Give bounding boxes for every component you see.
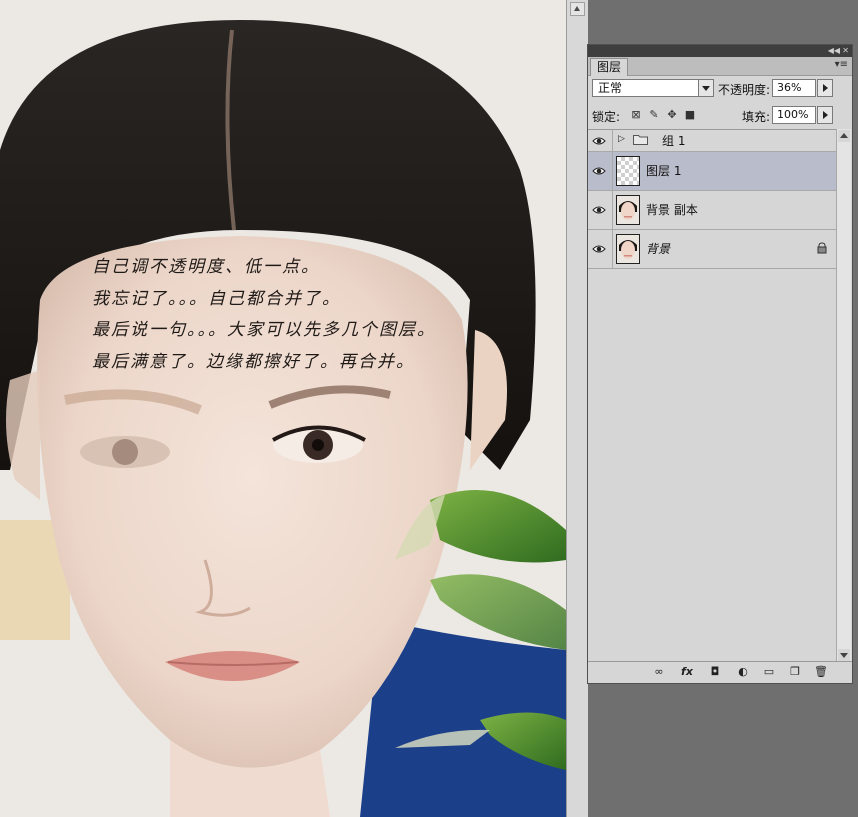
visibility-cell [588, 230, 613, 268]
lock-icon [817, 242, 827, 254]
mask-icon[interactable]: ◘ [708, 665, 722, 679]
layer-name: 组 1 [662, 134, 686, 148]
layers-panel: ◀◀ ✕ 图层 ▾≡ 正常 不透明度: 36% 锁定: ⊠ ✎ ✥ ■ 填充: … [587, 44, 853, 684]
panel-tab-row: 图层 ▾≡ [588, 57, 852, 76]
fill-input[interactable]: 100% [772, 106, 816, 124]
folder-icon [633, 135, 648, 145]
close-panel-icon[interactable]: ✕ [842, 46, 849, 56]
panel-title-bar[interactable]: ◀◀ ✕ [588, 45, 852, 57]
opacity-label: 不透明度: [718, 83, 771, 97]
visibility-cell [588, 191, 613, 229]
scroll-down-icon[interactable] [838, 649, 850, 661]
scroll-up-icon[interactable] [838, 130, 850, 142]
lock-brush-icon[interactable]: ✎ [648, 109, 660, 121]
portrait-image [0, 0, 566, 817]
scroll-up-button[interactable] [570, 2, 585, 16]
fill-label: 填充: [742, 110, 771, 124]
blend-opacity-row: 正常 不透明度: 36% [592, 78, 848, 100]
link-icon[interactable]: ∞ [652, 665, 666, 679]
note-line-2: 我忘记了。。。自己都合并了。 [92, 288, 341, 309]
layer-row-group[interactable]: ▷ 组 1 [588, 130, 836, 152]
trash-icon[interactable]: 🗑 [814, 665, 828, 679]
document-canvas[interactable]: 自己调不透明度、低一点。 我忘记了。。。自己都合并了。 最后说一句。。。大家可以… [0, 0, 566, 817]
tab-layers[interactable]: 图层 [590, 58, 629, 76]
layer-list: ▷ 组 1 图层 1 背景 副本 背景 [588, 129, 836, 269]
layer-name: 图层 1 [646, 164, 682, 178]
lock-move-icon[interactable]: ✥ [666, 109, 678, 121]
adjustment-icon[interactable]: ◐ [736, 665, 750, 679]
note-text: 自己调不透明度、低一点。 我忘记了。。。自己都合并了。 最后说一句。。。大家可以… [92, 252, 436, 378]
note-line-3: 最后说一句。。。大家可以先多几个图层。 [92, 320, 436, 340]
layer-list-scrollbar[interactable] [836, 129, 851, 662]
layer-row-background[interactable]: 背景 [588, 230, 836, 269]
layer-row-background-copy[interactable]: 背景 副本 [588, 191, 836, 230]
visibility-cell [588, 152, 613, 190]
opacity-slider-button[interactable] [817, 79, 833, 97]
folder-icon[interactable]: ▭ [762, 665, 776, 679]
document-scrollbar[interactable] [566, 0, 588, 817]
layer-thumbnail [616, 195, 640, 225]
lock-label: 锁定: [592, 110, 621, 124]
note-line-1: 自己调不透明度、低一点。 [92, 257, 320, 277]
eye-icon[interactable] [592, 134, 606, 148]
fill-slider-button[interactable] [817, 106, 833, 124]
note-line-4: 最后满意了。边缘都擦好了。再合并。 [92, 351, 415, 372]
collapse-panel-icon[interactable]: ◀◀ [828, 46, 840, 56]
layer-thumbnail [616, 156, 640, 186]
blend-mode-dropdown-icon[interactable] [698, 79, 714, 97]
layer-thumbnail [616, 234, 640, 264]
layer-row-layer1[interactable]: 图层 1 [588, 152, 836, 191]
expand-group-icon[interactable]: ▷ [618, 134, 625, 144]
panel-menu-icon[interactable]: ▾≡ [835, 59, 848, 70]
lock-fill-row: 锁定: ⊠ ✎ ✥ ■ 填充: 100% [592, 105, 848, 127]
layer-name: 背景 [646, 242, 671, 256]
new-layer-icon[interactable]: ❐ [788, 665, 802, 679]
eye-icon[interactable] [592, 164, 606, 178]
layer-name: 背景 副本 [646, 203, 698, 217]
panel-bottom-toolbar: ∞ fx ◘ ◐ ▭ ❐ 🗑 [588, 661, 852, 683]
eye-icon[interactable] [592, 203, 606, 217]
opacity-input[interactable]: 36% [772, 79, 816, 97]
visibility-cell [588, 130, 613, 151]
eye-icon[interactable] [592, 242, 606, 256]
lock-all-icon[interactable]: ■ [684, 109, 696, 121]
lock-transparent-icon[interactable]: ⊠ [630, 109, 642, 121]
fx-icon[interactable]: fx [680, 665, 694, 679]
blend-mode-select[interactable]: 正常 [592, 79, 712, 97]
